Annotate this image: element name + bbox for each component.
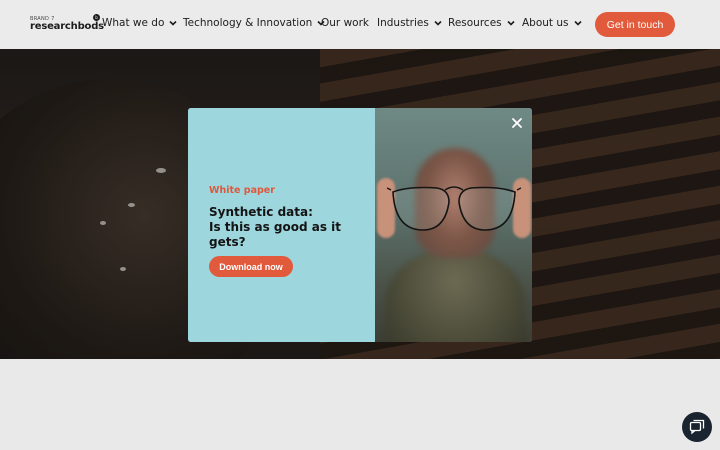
chevron-down-icon	[434, 20, 442, 26]
logo-badge: b	[93, 14, 100, 21]
nav-label: Technology & Innovation	[183, 17, 313, 29]
modal-title: Synthetic data: Is this as good as it ge…	[209, 205, 369, 250]
close-icon	[512, 118, 522, 128]
chat-launcher-button[interactable]	[682, 412, 712, 442]
logo[interactable]: BRAND 7 researchbods b	[30, 14, 104, 34]
nav-item-about-us[interactable]: About us	[522, 17, 583, 29]
nav-label: What we do	[102, 17, 165, 29]
chevron-down-icon	[507, 20, 515, 26]
glasses-icon	[387, 186, 521, 231]
chevron-down-icon	[169, 20, 177, 26]
nav-item-industries[interactable]: Industries	[377, 17, 443, 29]
modal-text-panel: White paper Synthetic data: Is this as g…	[188, 108, 375, 342]
get-in-touch-button[interactable]: Get in touch	[595, 12, 675, 37]
nav-label: Resources	[448, 17, 502, 29]
modal-close-button[interactable]	[508, 114, 526, 132]
nav-item-resources[interactable]: Resources	[448, 17, 516, 29]
download-now-button[interactable]: Download now	[209, 256, 293, 277]
modal-title-line1: Synthetic data:	[209, 205, 313, 219]
nav-item-our-work[interactable]: Our work	[321, 17, 369, 29]
modal-eyebrow: White paper	[209, 185, 275, 196]
page-content-area	[0, 359, 720, 450]
nav-label: Industries	[377, 17, 429, 29]
nav-label: About us	[522, 17, 569, 29]
chevron-down-icon	[573, 20, 582, 26]
logo-wordmark: researchbods	[30, 21, 104, 32]
nav-item-technology-innovation[interactable]: Technology & Innovation	[183, 17, 326, 29]
modal-image-body	[385, 248, 525, 342]
nav-item-what-we-do[interactable]: What we do	[102, 17, 178, 29]
white-paper-modal: White paper Synthetic data: Is this as g…	[188, 108, 532, 342]
modal-title-line2: Is this as good as it gets?	[209, 220, 342, 249]
nav-label: Our work	[321, 17, 369, 29]
chat-icon	[689, 419, 705, 435]
modal-image	[375, 108, 532, 342]
site-header: BRAND 7 researchbods b What we do Techno…	[0, 0, 720, 49]
